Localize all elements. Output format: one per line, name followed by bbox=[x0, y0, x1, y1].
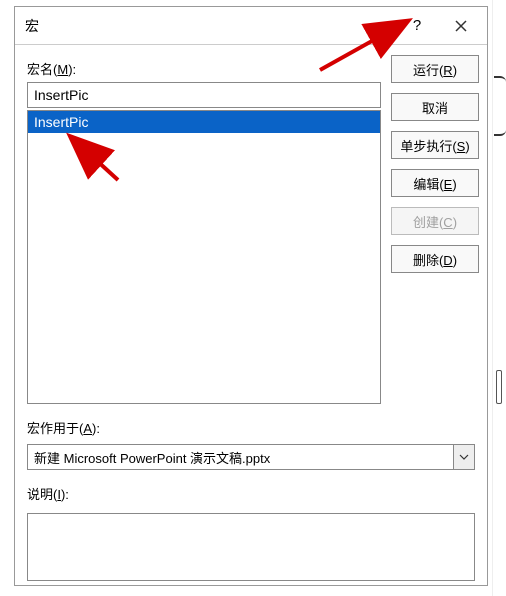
button-label: ) bbox=[453, 63, 457, 78]
button-accelerator: D bbox=[443, 253, 452, 268]
background-shape bbox=[496, 370, 502, 404]
create-button: 创建(C) bbox=[391, 207, 479, 235]
button-label: ) bbox=[453, 215, 457, 230]
applies-to-select[interactable]: 新建 Microsoft PowerPoint 演示文稿.pptx bbox=[27, 444, 475, 470]
list-item[interactable]: InsertPic bbox=[28, 111, 380, 133]
label-accelerator: A bbox=[83, 421, 92, 436]
button-accelerator: C bbox=[443, 215, 452, 230]
button-label: 运行( bbox=[413, 63, 443, 78]
applies-to-row: 宏作用于(A): 新建 Microsoft PowerPoint 演示文稿.pp… bbox=[27, 414, 475, 470]
macro-dialog: 宏 ? 宏名(M): InsertPic 运行(R) 取消 单步执行(S) 编辑… bbox=[14, 6, 488, 586]
label-text: 说明( bbox=[27, 487, 57, 502]
button-label: ) bbox=[453, 253, 457, 268]
description-label: 说明(I): bbox=[27, 484, 475, 503]
background-shape bbox=[494, 76, 506, 136]
button-column: 运行(R) 取消 单步执行(S) 编辑(E) 创建(C) 删除(D) bbox=[391, 55, 479, 273]
applies-to-label: 宏作用于(A): bbox=[27, 418, 475, 437]
description-row: 说明(I): bbox=[27, 480, 475, 581]
dialog-body: 宏名(M): InsertPic 运行(R) 取消 单步执行(S) 编辑(E) … bbox=[15, 45, 487, 593]
macro-list[interactable]: InsertPic bbox=[27, 110, 381, 404]
chevron-down-icon bbox=[459, 454, 469, 460]
button-label: 单步执行( bbox=[400, 139, 456, 154]
button-label: ) bbox=[452, 177, 456, 192]
label-text: 宏作用于( bbox=[27, 421, 83, 436]
step-button[interactable]: 单步执行(S) bbox=[391, 131, 479, 159]
button-label: 删除( bbox=[413, 253, 443, 268]
label-text: 宏名( bbox=[27, 62, 57, 77]
label-text: ): bbox=[61, 487, 69, 502]
macro-name-input[interactable] bbox=[27, 82, 381, 108]
button-accelerator: R bbox=[443, 63, 452, 78]
label-text: ): bbox=[68, 62, 76, 77]
cancel-button[interactable]: 取消 bbox=[391, 93, 479, 121]
label-accelerator: M bbox=[57, 62, 68, 77]
label-text: ): bbox=[92, 421, 100, 436]
dialog-title: 宏 bbox=[25, 16, 395, 36]
titlebar: 宏 ? bbox=[15, 7, 487, 45]
select-dropdown-button[interactable] bbox=[453, 444, 475, 470]
help-button[interactable]: ? bbox=[395, 9, 439, 43]
close-icon bbox=[455, 20, 467, 32]
edit-button[interactable]: 编辑(E) bbox=[391, 169, 479, 197]
delete-button[interactable]: 删除(D) bbox=[391, 245, 479, 273]
select-value: 新建 Microsoft PowerPoint 演示文稿.pptx bbox=[27, 444, 453, 470]
button-label: 编辑( bbox=[413, 177, 443, 192]
description-input[interactable] bbox=[27, 513, 475, 581]
button-label: ) bbox=[465, 139, 469, 154]
button-label: 创建( bbox=[413, 215, 443, 230]
run-button[interactable]: 运行(R) bbox=[391, 55, 479, 83]
close-button[interactable] bbox=[439, 9, 483, 43]
